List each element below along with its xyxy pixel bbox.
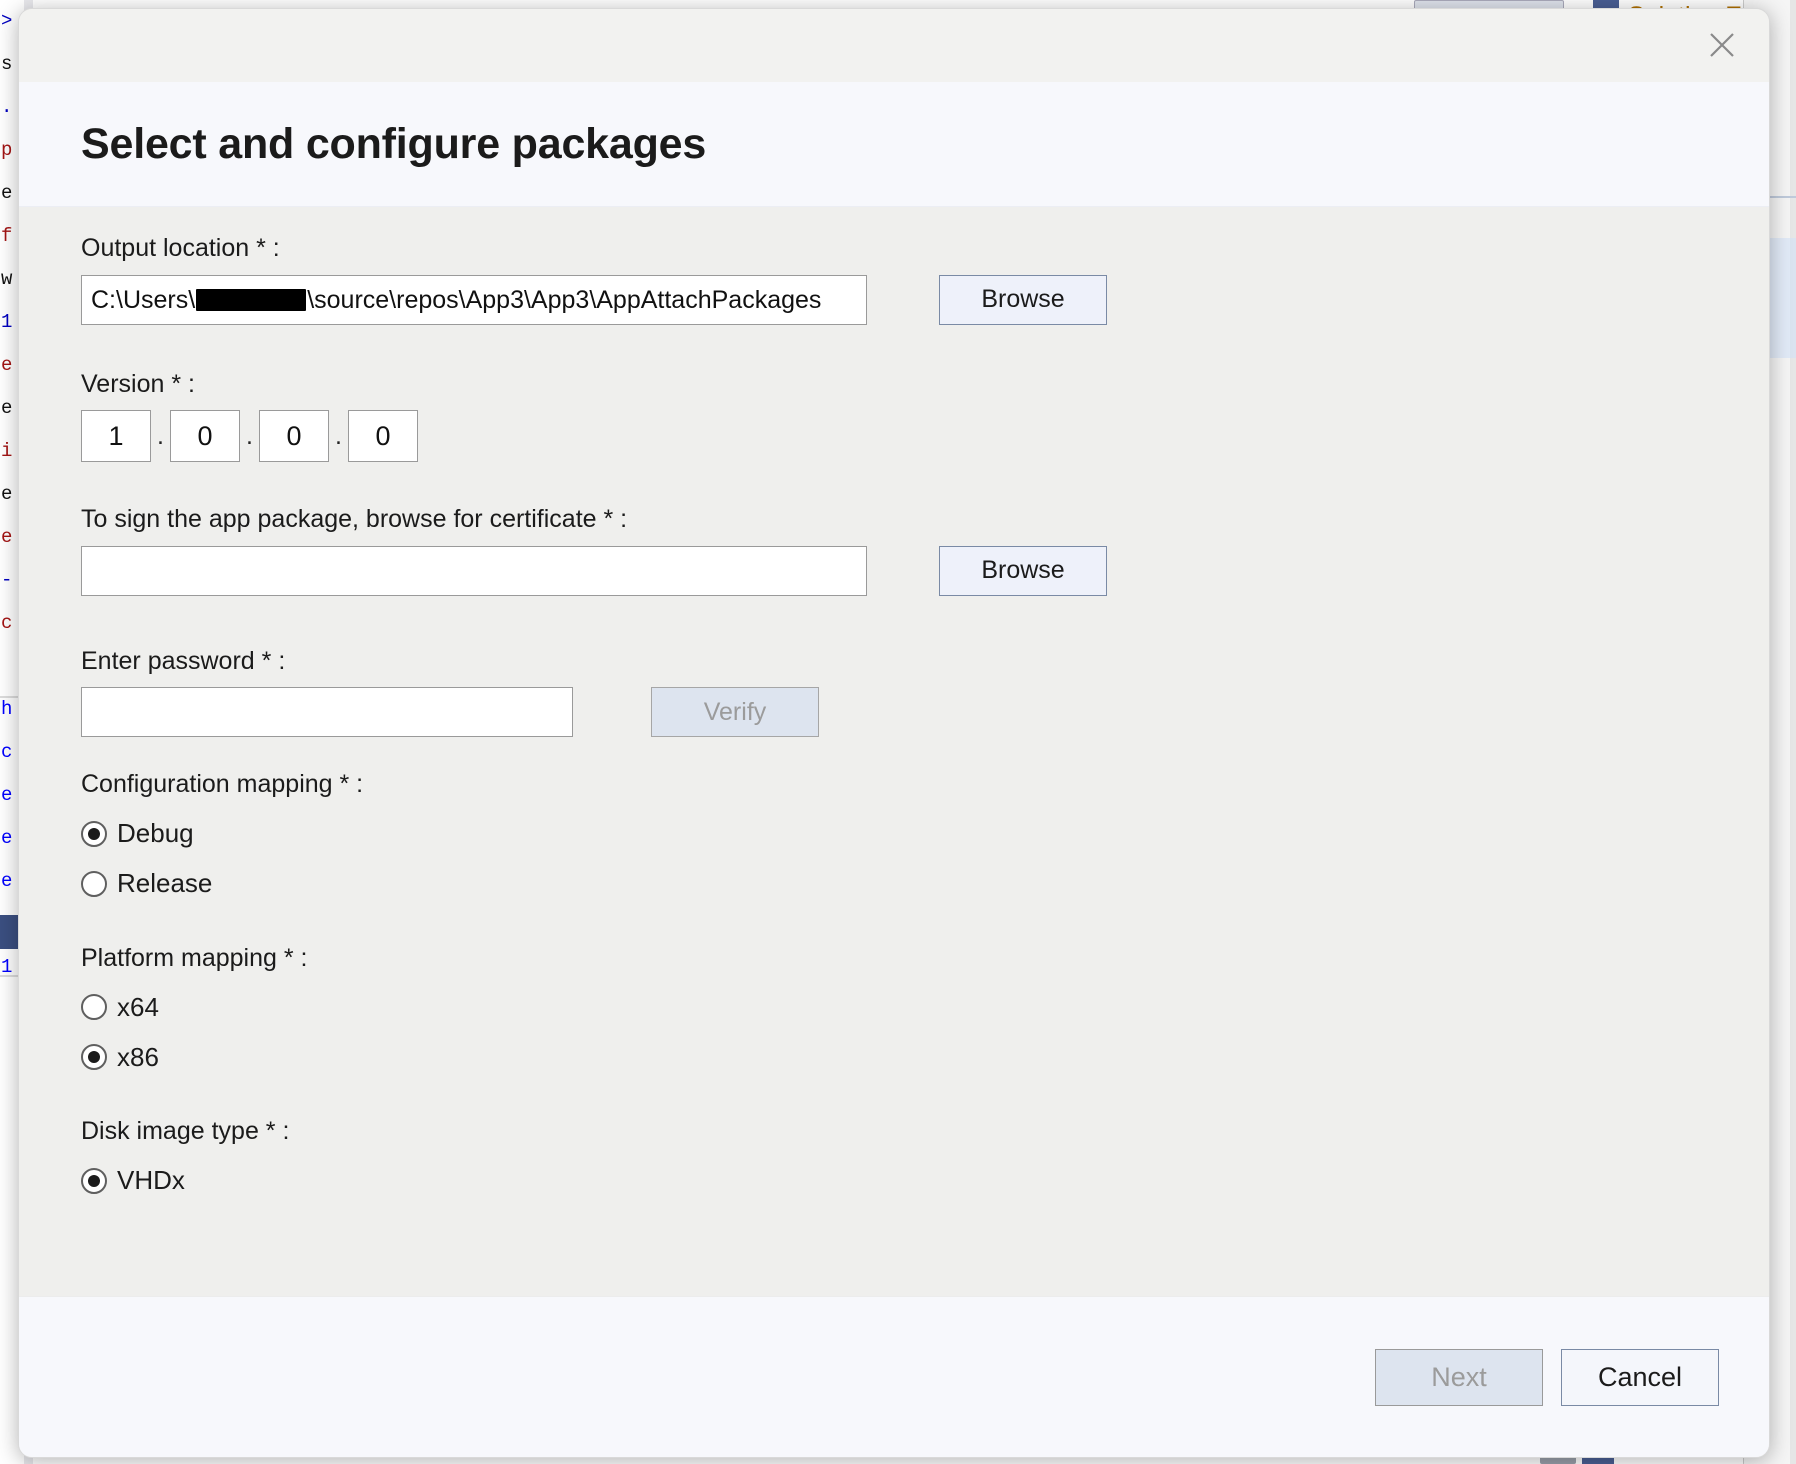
output-location-section: Output location * : C:\Users\ \source\rep… [81,235,1707,325]
version-separator-2: . [240,410,259,462]
dialog-titlebar [19,9,1769,82]
password-section: Enter password * : Verify [81,648,1707,738]
cancel-button[interactable]: Cancel [1561,1349,1719,1406]
version-major-input[interactable]: 1 [81,410,151,462]
certificate-input[interactable] [81,546,867,596]
version-revision-input[interactable]: 0 [348,410,418,462]
browse-certificate-button[interactable]: Browse [939,546,1107,596]
password-row: Verify [81,687,1707,737]
dialog-footer: Next Cancel [19,1296,1769,1457]
output-location-input[interactable]: C:\Users\ \source\repos\App3\App3\AppAtta… [81,275,867,325]
radio-disk-image-vhdx-label: VHDx [117,1165,185,1196]
page-title: Select and configure packages [81,120,706,169]
radio-button-icon [81,871,107,897]
radio-platform-x86[interactable]: x86 [81,1034,1707,1080]
version-build-input[interactable]: 0 [259,410,329,462]
output-location-label: Output location * : [81,235,1707,263]
version-section: Version * : 1 . 0 . 0 . 0 [81,371,1707,463]
next-button[interactable]: Next [1375,1349,1543,1406]
password-input[interactable] [81,687,573,737]
password-label: Enter password * : [81,648,1707,676]
redacted-username [196,289,306,311]
radio-button-icon [81,994,107,1020]
version-separator-1: . [151,410,170,462]
certificate-row: Browse [81,546,1707,596]
verify-password-button[interactable]: Verify [651,687,819,737]
radio-configuration-debug-label: Debug [117,818,194,849]
radio-configuration-release-label: Release [117,868,212,899]
radio-button-icon [81,1044,107,1070]
version-inputs-row: 1 . 0 . 0 . 0 [81,410,1707,462]
version-separator-3: . [329,410,348,462]
platform-mapping-section: Platform mapping * : x64 x86 [81,945,1707,1081]
radio-button-icon [81,1168,107,1194]
output-location-row: C:\Users\ \source\repos\App3\App3\AppAtta… [81,275,1707,325]
platform-mapping-label: Platform mapping * : [81,945,1707,973]
close-icon[interactable] [1693,19,1751,71]
dialog-body: Output location * : C:\Users\ \source\rep… [19,207,1769,1296]
dialog-header: Select and configure packages [19,82,1769,207]
output-location-value-suffix: \source\repos\App3\App3\AppAttachPackage… [307,276,821,324]
disk-image-type-section: Disk image type * : VHDx [81,1118,1707,1204]
output-location-value-prefix: C:\Users\ [91,276,195,324]
version-label: Version * : [81,371,1707,399]
select-and-configure-packages-dialog: Select and configure packages Output loc… [18,8,1770,1458]
radio-button-icon [81,821,107,847]
radio-configuration-release[interactable]: Release [81,861,1707,907]
certificate-label: To sign the app package, browse for cert… [81,506,1707,534]
disk-image-type-label: Disk image type * : [81,1118,1707,1146]
configuration-mapping-label: Configuration mapping * : [81,771,1707,799]
version-minor-input[interactable]: 0 [170,410,240,462]
configuration-mapping-section: Configuration mapping * : Debug Release [81,771,1707,907]
radio-platform-x64-label: x64 [117,992,159,1023]
radio-configuration-debug[interactable]: Debug [81,811,1707,857]
radio-platform-x86-label: x86 [117,1042,159,1073]
radio-disk-image-vhdx[interactable]: VHDx [81,1158,1707,1204]
radio-platform-x64[interactable]: x64 [81,984,1707,1030]
certificate-section: To sign the app package, browse for cert… [81,506,1707,596]
browse-output-location-button[interactable]: Browse [939,275,1107,325]
